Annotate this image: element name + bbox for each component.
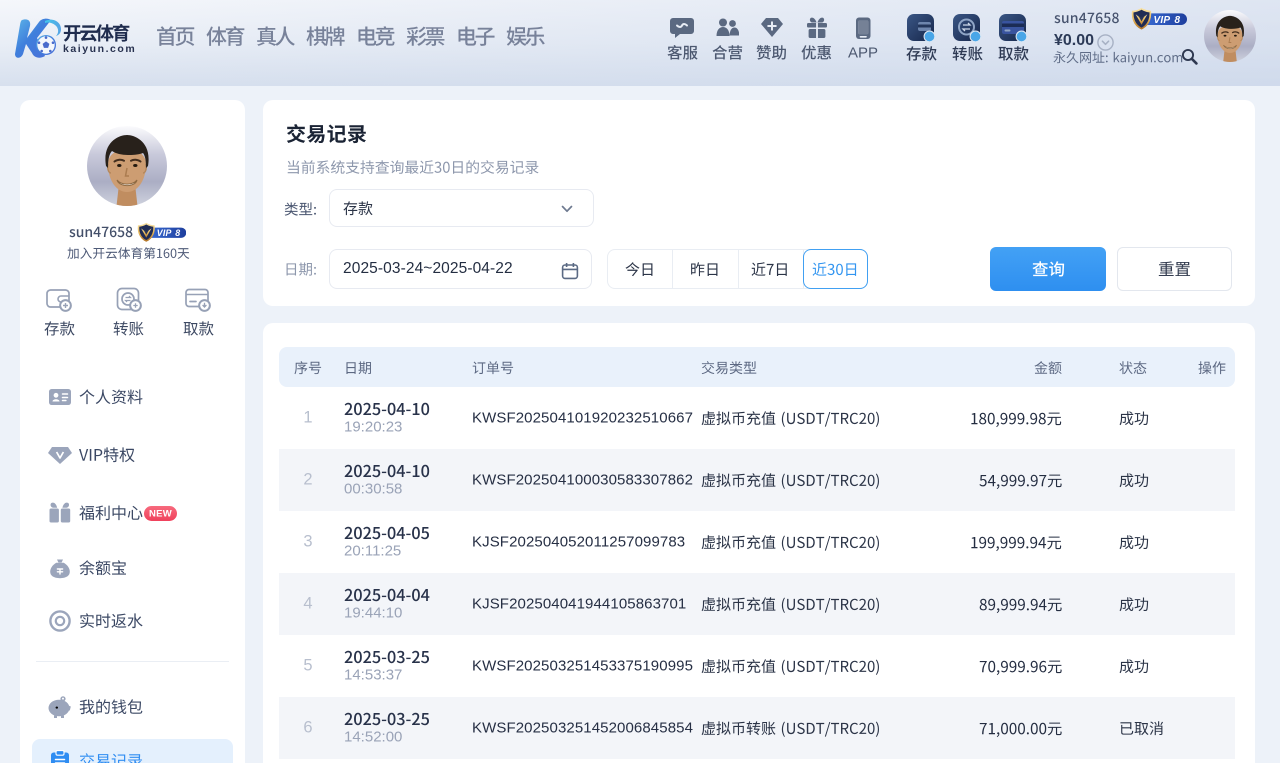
svg-text:8: 8 [1175, 14, 1181, 25]
svg-text:VIP: VIP [1154, 14, 1171, 25]
svg-text:VIP: VIP [156, 227, 171, 237]
svg-text:8: 8 [175, 227, 180, 237]
